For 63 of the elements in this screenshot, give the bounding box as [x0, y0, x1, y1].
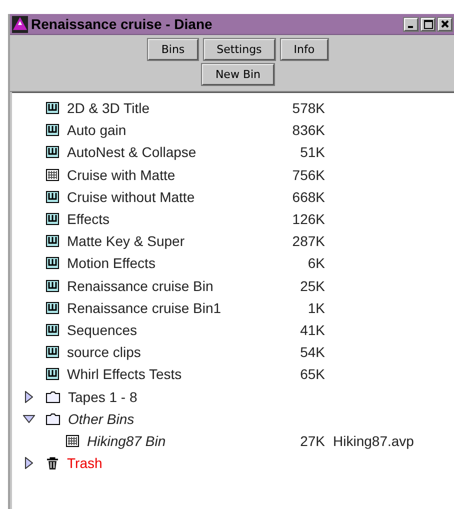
item-size: 65K: [299, 366, 325, 382]
item-name[interactable]: Renaissance cruise Bin1: [67, 300, 281, 316]
item-name[interactable]: Cruise without Matte: [67, 188, 281, 205]
item-name[interactable]: Other Bins: [68, 410, 282, 427]
expand-triangle-icon[interactable]: [25, 390, 33, 403]
item-size: 578K: [291, 100, 325, 116]
item-name[interactable]: source clips: [67, 344, 281, 360]
item-size: 51K: [299, 144, 325, 160]
item-size: 287K: [291, 233, 325, 250]
grid-icon: [66, 434, 79, 447]
item-name[interactable]: Cruise with Matte: [67, 166, 281, 183]
minimize-button[interactable]: [404, 18, 418, 30]
item-name[interactable]: Matte Key & Super: [67, 233, 281, 250]
bin-icon: [46, 102, 59, 114]
bin-icon: [46, 146, 59, 158]
close-button[interactable]: [438, 18, 452, 30]
item-name[interactable]: AutoNest & Collapse: [67, 144, 281, 160]
bin-icon: [46, 213, 59, 226]
item-size: 1K: [306, 300, 325, 316]
bin-icon: [46, 124, 59, 136]
item-size: 27K: [299, 432, 325, 449]
toolbar-button[interactable]: Info: [280, 39, 328, 60]
toolbar-button[interactable]: Settings: [204, 39, 275, 60]
maximize-icon: [424, 20, 432, 28]
maximize-button[interactable]: [421, 18, 435, 30]
expand-triangle-icon[interactable]: [25, 457, 33, 470]
item-size: 54K: [299, 344, 325, 360]
grid-icon: [46, 168, 59, 181]
bin-icon: [46, 302, 59, 314]
close-icon: [441, 20, 449, 28]
app-logo-icon: [12, 16, 28, 32]
item-name[interactable]: Sequences: [67, 322, 281, 338]
trash-icon: [46, 456, 59, 470]
item-name[interactable]: Trash: [67, 455, 281, 472]
bin-icon: [46, 235, 59, 248]
bin-icon: [46, 324, 59, 336]
item-size: 836K: [291, 122, 325, 138]
item-name[interactable]: Whirl Effects Tests: [67, 366, 281, 382]
item-name[interactable]: Hiking87 Bin: [87, 432, 301, 449]
item-file: Hiking87.avp: [333, 432, 414, 449]
item-size: 126K: [291, 211, 325, 228]
toolbar-button[interactable]: New Bin: [202, 64, 274, 85]
item-size: 6K: [306, 255, 325, 272]
item-size: 41K: [299, 322, 325, 338]
item-size: 668K: [291, 188, 325, 205]
bin-icon: [46, 190, 59, 203]
toolbar-button[interactable]: Bins: [148, 39, 198, 60]
item-size: 756K: [291, 166, 325, 183]
bin-icon: [46, 280, 59, 292]
item-name[interactable]: 2D & 3D Title: [67, 100, 281, 116]
folder-icon: [46, 412, 60, 425]
item-size: 25K: [299, 278, 325, 294]
item-name[interactable]: Renaissance cruise Bin: [67, 278, 281, 294]
bin-icon: [46, 368, 59, 380]
window-title: Renaissance cruise - Diane: [31, 16, 214, 32]
collapse-triangle-icon[interactable]: [23, 414, 35, 423]
folder-icon: [46, 390, 60, 403]
item-name[interactable]: Effects: [67, 211, 281, 228]
bin-icon: [46, 346, 59, 358]
item-name[interactable]: Auto gain: [67, 122, 281, 138]
bin-icon: [46, 257, 59, 270]
item-name[interactable]: Tapes 1 - 8: [68, 388, 282, 405]
item-name[interactable]: Motion Effects: [67, 255, 281, 272]
